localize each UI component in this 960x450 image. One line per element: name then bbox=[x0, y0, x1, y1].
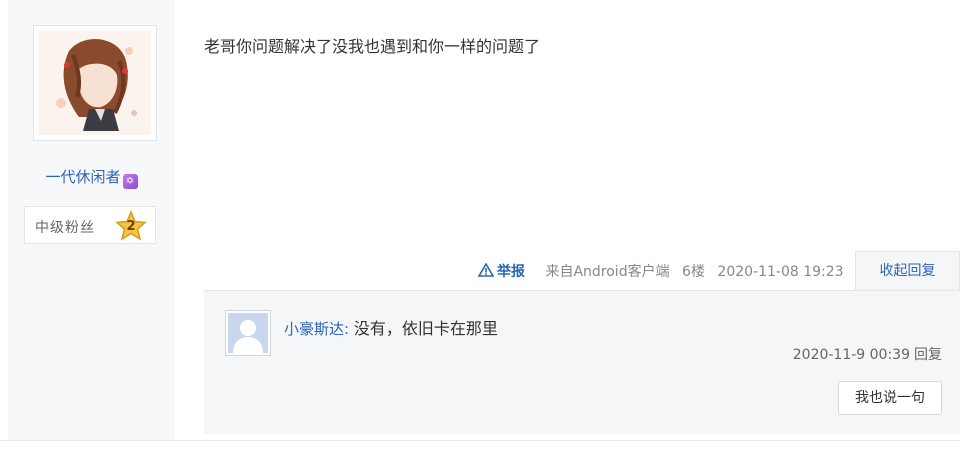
vip-badge-icon[interactable]: ✡ bbox=[122, 174, 138, 189]
author-avatar[interactable] bbox=[33, 25, 157, 141]
reply-meta: 2020-11-9 00:39 回复 bbox=[793, 344, 942, 364]
add-comment-button[interactable]: 我也说一句 bbox=[838, 381, 942, 415]
author-avatar-image bbox=[39, 31, 151, 135]
reply-separator: : bbox=[344, 320, 354, 338]
post-source: 来自Android客户端 bbox=[545, 264, 670, 280]
post-page: 一代休闲者 ✡ 中级粉丝 2 老哥你问题解决了没我也遇到和你一样的问题了 举报 来… bbox=[0, 0, 960, 450]
reply-avatar[interactable] bbox=[225, 310, 271, 356]
reply-text: 没有，依旧卡在那里 bbox=[353, 319, 498, 338]
collapse-replies-button[interactable]: 收起回复 bbox=[855, 251, 960, 291]
post-floor: 6楼 bbox=[682, 264, 705, 280]
avatar-illustration-icon bbox=[39, 31, 151, 135]
author-name[interactable]: 一代休闲者 ✡ bbox=[8, 166, 175, 189]
post-content: 老哥你问题解决了没我也遇到和你一样的问题了 bbox=[204, 37, 541, 56]
warning-icon bbox=[478, 263, 494, 277]
report-label[interactable]: 举报 bbox=[497, 264, 525, 280]
fan-level-label: 中级粉丝 bbox=[35, 220, 95, 236]
level-star-icon: 2 bbox=[115, 210, 147, 242]
reply-item: 小豪斯达: 没有，依旧卡在那里 bbox=[284, 315, 498, 339]
post-meta: 举报 来自Android客户端 6楼 2020-11-08 19:23 bbox=[478, 261, 852, 281]
divider bbox=[0, 440, 960, 441]
reply-username[interactable]: 小豪斯达 bbox=[284, 320, 344, 338]
author-name-text[interactable]: 一代休闲者 bbox=[45, 168, 120, 186]
reply-panel: 小豪斯达: 没有，依旧卡在那里 2020-11-9 00:39 回复 我也说一句 bbox=[204, 290, 960, 434]
fan-level-badge[interactable]: 中级粉丝 2 bbox=[24, 206, 156, 244]
reply-button[interactable]: 回复 bbox=[914, 347, 942, 363]
report-button[interactable]: 举报 bbox=[478, 263, 533, 280]
default-user-icon bbox=[228, 313, 268, 353]
post-time: 2020-11-08 19:23 bbox=[717, 264, 844, 280]
fan-level-number: 2 bbox=[126, 219, 136, 234]
reply-time: 2020-11-9 00:39 bbox=[792, 347, 910, 363]
author-column: 一代休闲者 ✡ 中级粉丝 2 bbox=[8, 0, 175, 440]
